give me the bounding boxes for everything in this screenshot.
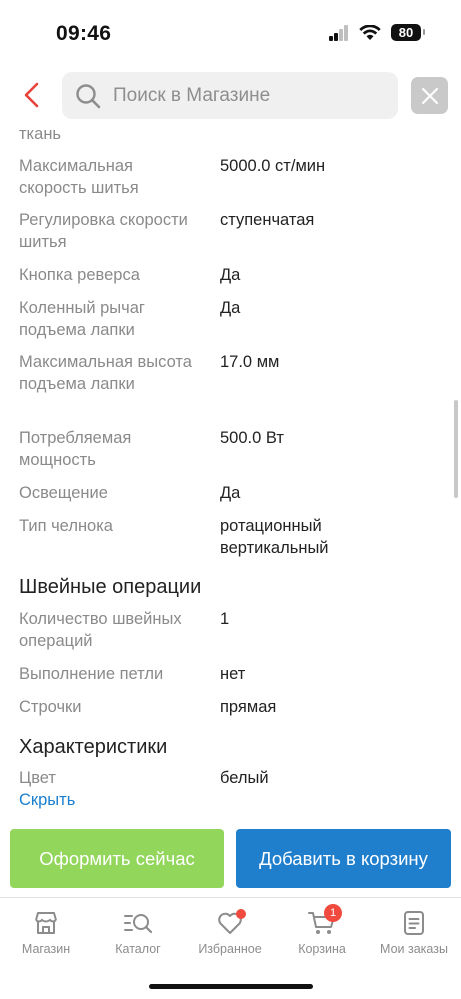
section-title-sewing-operations: Швейные операции — [19, 576, 202, 598]
spec-value: прямая — [220, 698, 277, 716]
spec-key: Потребляемая мощность — [19, 429, 132, 469]
catalog-search-icon — [124, 914, 153, 934]
spec-value: белый — [220, 769, 269, 787]
spec-value: Да — [220, 484, 241, 502]
back-button[interactable] — [18, 80, 48, 110]
wifi-icon — [359, 24, 381, 41]
search-bar: Поиск в Магазине — [0, 70, 461, 122]
section-title-characteristics: Характеристики — [19, 736, 168, 758]
clear-search-button[interactable] — [411, 77, 448, 114]
spec-key: Максимальная скорость шитья — [19, 157, 139, 197]
spec-key: Тип челнока — [19, 517, 113, 535]
status-icons: 80 — [329, 24, 425, 41]
spec-value: ротационный вертикальный — [220, 517, 329, 557]
spec-value: 500.0 Вт — [220, 429, 284, 447]
spec-value: Да — [220, 299, 241, 317]
scrollbar[interactable] — [454, 400, 458, 498]
favorites-notification-dot — [236, 909, 246, 919]
search-placeholder: Поиск в Магазине — [113, 84, 271, 106]
status-bar: 09:46 80 — [0, 0, 461, 62]
spec-key: Максимальная высота подъема лапки — [19, 353, 192, 393]
cellular-signal-icon — [329, 24, 349, 41]
spec-key: Кнопка реверса — [19, 266, 140, 284]
battery-icon: 80 — [391, 24, 425, 41]
tab-label: Магазин — [21, 942, 71, 956]
search-input[interactable]: Поиск в Магазине — [62, 72, 398, 119]
spec-value: Да — [220, 266, 241, 284]
home-indicator — [149, 984, 313, 989]
hide-link[interactable]: Скрыть — [19, 791, 75, 810]
close-icon — [421, 87, 438, 104]
spec-key: ткань — [19, 125, 62, 143]
tab-cart[interactable]: 1 Корзина — [276, 904, 368, 956]
spec-value: 1 — [220, 610, 230, 628]
spec-value: нет — [220, 665, 246, 683]
cart-count-badge: 1 — [324, 904, 342, 922]
spec-key: Выполнение петли — [19, 665, 164, 683]
buy-now-button[interactable]: Оформить сейчас — [10, 829, 224, 888]
tab-label: Избранное — [198, 942, 262, 956]
spec-key: Регулировка скорости шитья — [19, 211, 188, 251]
tab-store[interactable]: Магазин — [0, 908, 92, 956]
tab-favorites[interactable]: Избранное — [184, 908, 276, 956]
battery-level: 80 — [398, 25, 414, 40]
tab-catalog[interactable]: Каталог — [92, 908, 184, 956]
add-to-cart-button[interactable]: Добавить в корзину — [236, 829, 451, 888]
spec-key: Количество швейных операций — [19, 610, 182, 650]
store-icon — [35, 912, 57, 934]
tab-label: Каталог — [115, 942, 161, 956]
tab-my-orders[interactable]: Мои заказы — [368, 908, 460, 956]
orders-document-icon — [404, 911, 424, 935]
status-time: 09:46 — [56, 22, 112, 45]
spec-key: Строчки — [19, 698, 82, 716]
tab-label: Мои заказы — [380, 942, 448, 956]
spec-value: 5000.0 ст/мин — [220, 157, 326, 175]
spec-key: Освещение — [19, 484, 108, 502]
spec-key: Цвет — [19, 769, 56, 787]
specs-content[interactable]: ткань Максимальная скорость шитья 5000.0… — [0, 122, 461, 822]
search-icon — [76, 83, 101, 108]
chevron-left-icon — [24, 82, 39, 108]
spec-key: Коленный рычаг подъема лапки — [19, 299, 145, 339]
spec-value: ступенчатая — [220, 211, 315, 229]
spec-value: 17.0 мм — [220, 353, 280, 371]
tab-label: Корзина — [298, 942, 346, 956]
